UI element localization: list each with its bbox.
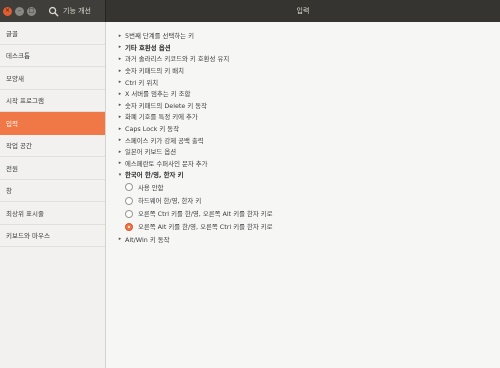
option-group[interactable]: ▸ 화폐 기호를 특정 키에 추가 xyxy=(117,111,500,123)
sidebar-item-label: 글꼴 xyxy=(6,29,18,38)
sidebar-item-label: 창 xyxy=(6,187,12,196)
radio-unchecked[interactable] xyxy=(125,196,133,205)
option-group[interactable]: ▸ 숫자 키패드의 키 배치 xyxy=(117,65,500,77)
triangle-right-icon[interactable]: ▸ xyxy=(117,236,123,242)
search-icon[interactable] xyxy=(48,6,59,17)
sidebar-item[interactable]: 데스크톱 xyxy=(0,45,105,67)
sidebar-item-label: 모양새 xyxy=(6,74,24,83)
triangle-right-icon[interactable]: ▸ xyxy=(117,137,123,143)
option-group[interactable]: ▸ X 서버를 멈추는 키 조합 xyxy=(117,88,500,100)
sidebar-item-label: 키보드와 마우스 xyxy=(6,232,50,241)
sidebar-item-label: 입력 xyxy=(6,119,18,128)
option-label: 화폐 기호를 특정 키에 추가 xyxy=(125,113,198,122)
sidebar-item[interactable]: 창 xyxy=(0,180,105,202)
content-header: 입력 xyxy=(106,0,500,22)
option-label: 일본어 키보드 옵션 xyxy=(125,148,177,157)
sidebar-header: × – □ 기능 개선 xyxy=(0,0,106,22)
sidebar-item-label: 최상위 표시줄 xyxy=(6,209,44,218)
sidebar-item[interactable]: 키보드와 마우스 xyxy=(0,225,105,247)
option-group[interactable]: ▸ 에스페란토 수퍼사인 문자 추가 xyxy=(117,158,500,170)
option-label: 과거 솔라리스 키코드와 키 호환성 유지 xyxy=(125,55,230,64)
title-bar: × – □ 기능 개선 입력 xyxy=(0,0,500,22)
triangle-right-icon[interactable]: ▸ xyxy=(117,79,123,85)
radio-option[interactable]: 하드웨어 한/영, 한자 키 xyxy=(117,194,500,207)
radio-option[interactable]: 오른쪽 Alt 키를 한/영, 오른쪽 Ctrl 키를 한자 키로 xyxy=(117,220,500,233)
triangle-down-icon[interactable]: ▾ xyxy=(117,172,123,178)
radio-unchecked[interactable] xyxy=(125,183,133,192)
sidebar-item-label: 데스크톱 xyxy=(6,52,30,61)
radio-checked[interactable] xyxy=(125,222,133,231)
triangle-right-icon[interactable]: ▸ xyxy=(117,149,123,155)
sidebar-item[interactable]: 작업 공간 xyxy=(0,135,105,157)
sidebar-item[interactable]: 최상위 표시줄 xyxy=(0,202,105,225)
sidebar-item[interactable]: 입력 xyxy=(0,112,105,135)
radio-option[interactable]: 오른쪽 Ctrl 키를 한/영, 오른쪽 Alt 키를 한자 키로 xyxy=(117,207,500,220)
minimize-icon[interactable]: – xyxy=(15,6,24,16)
option-label: Caps Lock 키 동작 xyxy=(125,125,180,134)
option-group[interactable]: ▸ 스페이스 키가 강제 공백 출력 xyxy=(117,134,500,146)
option-group[interactable]: ▸ 5번째 단계를 선택하는 키 xyxy=(117,30,500,42)
triangle-right-icon[interactable]: ▸ xyxy=(117,102,123,108)
option-label: 한국어 한/영, 한자 키 xyxy=(125,171,184,180)
option-group[interactable]: ▾ 한국어 한/영, 한자 키 xyxy=(117,169,500,181)
option-label: 기타 호환성 옵션 xyxy=(125,43,171,52)
sidebar-item-label: 전원 xyxy=(6,164,18,173)
radio-label: 사용 안함 xyxy=(138,183,164,192)
page-title: 입력 xyxy=(296,7,310,15)
option-group[interactable]: ▸ Alt/Win 키 동작 xyxy=(117,233,500,245)
option-label: 숫자 키패드의 키 배치 xyxy=(125,67,185,76)
option-label: Alt/Win 키 동작 xyxy=(125,235,170,244)
option-group[interactable]: ▸ Ctrl 키 위치 xyxy=(117,76,500,88)
triangle-right-icon[interactable]: ▸ xyxy=(117,114,123,120)
radio-unchecked[interactable] xyxy=(125,209,133,218)
option-group[interactable]: ▸ 일본어 키보드 옵션 xyxy=(117,146,500,158)
option-group[interactable]: ▸ 숫자 키패드의 Delete 키 동작 xyxy=(117,100,500,112)
triangle-right-icon[interactable]: ▸ xyxy=(117,91,123,97)
sidebar: 글꼴데스크톱모양새시작 프로그램입력작업 공간전원창최상위 표시줄키보드와 마우… xyxy=(0,22,106,368)
triangle-right-icon[interactable]: ▸ xyxy=(117,126,123,132)
app-title: 기능 개선 xyxy=(63,7,91,15)
option-group[interactable]: ▸ Caps Lock 키 동작 xyxy=(117,123,500,135)
triangle-right-icon[interactable]: ▸ xyxy=(117,68,123,74)
sidebar-item[interactable]: 시작 프로그램 xyxy=(0,90,105,112)
option-label: 에스페란토 수퍼사인 문자 추가 xyxy=(125,159,208,168)
maximize-icon[interactable]: □ xyxy=(27,6,36,16)
sidebar-item-label: 작업 공간 xyxy=(6,142,32,151)
option-label: Ctrl 키 위치 xyxy=(125,78,159,87)
radio-option[interactable]: 사용 안함 xyxy=(117,181,500,194)
option-label: 5번째 단계를 선택하는 키 xyxy=(125,32,194,41)
option-label: 숫자 키패드의 Delete 키 동작 xyxy=(125,101,208,110)
option-group[interactable]: ▸ 과거 솔라리스 키코드와 키 호환성 유지 xyxy=(117,53,500,65)
triangle-right-icon[interactable]: ▸ xyxy=(117,33,123,39)
triangle-right-icon[interactable]: ▸ xyxy=(117,56,123,62)
option-label: X 서버를 멈추는 키 조합 xyxy=(125,90,191,99)
sidebar-item[interactable]: 글꼴 xyxy=(0,22,105,45)
sidebar-item[interactable]: 전원 xyxy=(0,157,105,180)
close-icon[interactable]: × xyxy=(3,6,12,16)
options-panel: ▸ 5번째 단계를 선택하는 키 ▸ 기타 호환성 옵션 ▸ 과거 솔라리스 키코드와 키… xyxy=(106,22,500,368)
option-group[interactable]: ▸ 기타 호환성 옵션 xyxy=(117,42,500,54)
radio-label: 오른쪽 Alt 키를 한/영, 오른쪽 Ctrl 키를 한자 키로 xyxy=(138,223,273,232)
triangle-right-icon[interactable]: ▸ xyxy=(117,160,123,166)
sidebar-item[interactable]: 모양새 xyxy=(0,67,105,90)
radio-label: 하드웨어 한/영, 한자 키 xyxy=(138,197,202,205)
option-label: 스페이스 키가 강제 공백 출력 xyxy=(125,136,204,145)
sidebar-item-label: 시작 프로그램 xyxy=(6,97,44,106)
triangle-right-icon[interactable]: ▸ xyxy=(117,44,123,50)
radio-label: 오른쪽 Ctrl 키를 한/영, 오른쪽 Alt 키를 한자 키로 xyxy=(138,210,273,219)
